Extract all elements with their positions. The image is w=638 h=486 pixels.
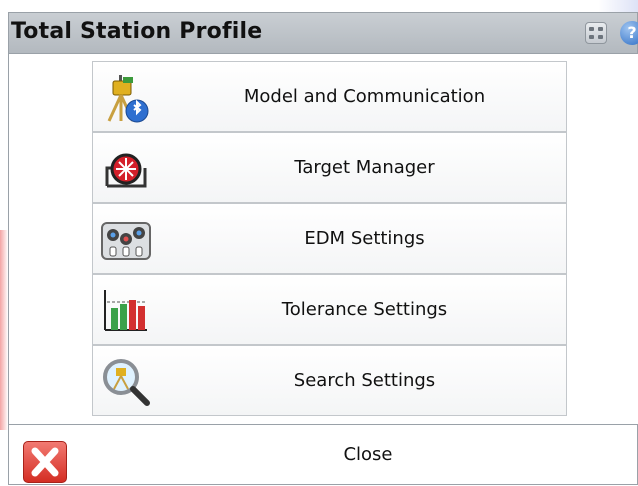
tolerance-settings-button[interactable]: Tolerance Settings xyxy=(92,274,567,345)
left-edge-accent xyxy=(0,230,8,430)
tolerance-bar-chart-icon xyxy=(99,284,153,338)
calculator-icon[interactable] xyxy=(585,22,607,44)
help-icon[interactable]: ? xyxy=(620,21,638,45)
tolerance-settings-label: Tolerance Settings xyxy=(281,299,448,320)
target-manager-button[interactable]: Target Manager xyxy=(92,132,567,203)
bottom-bar: Close xyxy=(8,424,638,485)
search-settings-button[interactable]: Search Settings xyxy=(92,345,567,416)
model-and-communication-label: Model and Communication xyxy=(243,86,486,107)
window-title: Total Station Profile xyxy=(11,19,263,44)
edm-dials-icon xyxy=(99,213,153,267)
search-settings-label: Search Settings xyxy=(293,370,436,391)
prism-target-icon xyxy=(99,142,153,196)
total-station-bluetooth-icon xyxy=(99,71,153,125)
edm-settings-label: EDM Settings xyxy=(304,228,425,249)
target-manager-label: Target Manager xyxy=(294,157,435,178)
search-magnifier-icon xyxy=(99,355,153,409)
close-x-icon xyxy=(23,441,67,483)
title-bar: Total Station Profile ? xyxy=(8,12,638,54)
model-and-communication-button[interactable]: Model and Communication xyxy=(92,61,567,132)
close-button[interactable]: Close xyxy=(9,425,637,484)
close-label: Close xyxy=(343,444,393,465)
edm-settings-button[interactable]: EDM Settings xyxy=(92,203,567,274)
